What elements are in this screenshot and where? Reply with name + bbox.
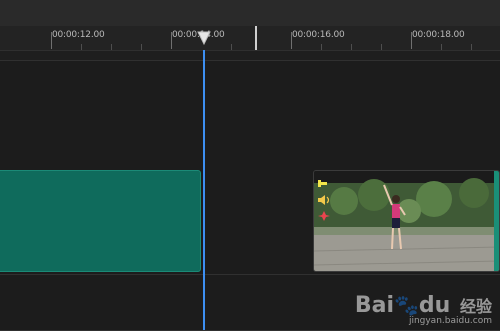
watermark-logo: Bai🐾du	[355, 293, 458, 318]
ruler-tick-minor	[471, 44, 472, 50]
ruler-label-16s: 00:00:16.00	[292, 30, 345, 40]
watermark-brand: Bai	[354, 293, 394, 318]
timeline-ruler[interactable]: 00:00:12.00 00:00:14.00 00:00:16.00 00:0…	[0, 26, 500, 51]
ruler-tick-minor	[351, 44, 352, 50]
ruler-tick-minor	[381, 44, 382, 50]
ruler-label-12s: 00:00:12.00	[52, 30, 105, 40]
effects-icon[interactable]	[317, 207, 331, 221]
video-clip-trim-handle[interactable]	[494, 171, 499, 271]
timeline-track-1[interactable]	[0, 60, 500, 169]
playhead-handle[interactable]	[196, 30, 212, 46]
timeline-toolbar	[0, 0, 500, 26]
watermark-product: 经验	[459, 297, 492, 316]
ruler-tick-minor	[111, 44, 112, 50]
ruler-tick-minor	[321, 44, 322, 50]
ruler-tick-minor	[141, 44, 142, 50]
video-thumbnail	[314, 171, 499, 271]
ruler-tick-minor	[231, 44, 232, 50]
ruler-tick-minor	[441, 44, 442, 50]
audio-clip[interactable]	[0, 170, 201, 272]
ruler-current-marker	[255, 26, 257, 50]
speaker-icon[interactable]	[317, 191, 331, 205]
watermark: Bai🐾du 经验 jingyan.baidu.com	[355, 293, 492, 326]
ruler-label-18s: 00:00:18.00	[412, 30, 465, 40]
playhead-line[interactable]	[203, 50, 205, 330]
ruler-tick-minor	[81, 44, 82, 50]
watermark-brand-suffix: du	[418, 293, 451, 318]
video-clip[interactable]	[313, 170, 500, 272]
link-icon[interactable]	[317, 175, 331, 187]
paw-icon: 🐾	[393, 293, 419, 317]
